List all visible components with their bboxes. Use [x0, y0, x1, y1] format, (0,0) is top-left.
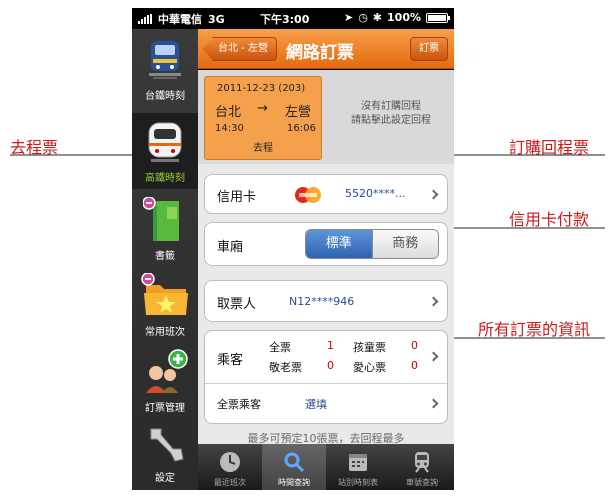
passenger-count-adult: 1 [327, 339, 334, 352]
annotation-credit-payment: 信用卡付款 [509, 210, 590, 229]
pickup-label: 取票人 [217, 297, 257, 312]
sidebar-label: 設定 [155, 473, 175, 484]
chevron-right-icon [428, 351, 439, 362]
tab-station-timetable[interactable]: 站別時刻表 [326, 444, 390, 490]
passenger-count-senior: 0 [327, 359, 334, 372]
chevron-right-icon [428, 189, 439, 200]
page-title: 網路訂票 [286, 43, 354, 63]
high-speed-rail-icon [145, 119, 185, 165]
users-add-icon [140, 349, 190, 395]
car-class-business-option[interactable]: 商務 [371, 230, 438, 258]
booking-form: 2011-12-23 (203) 台北 → 左營 14:30 16:06 去程 … [198, 70, 454, 444]
outbound-leg-label: 去程 [253, 143, 273, 154]
arrow-right-icon: → [257, 101, 268, 116]
sidebar-item-settings[interactable]: 設定 [132, 425, 198, 487]
outbound-ticket-card[interactable]: 2011-12-23 (203) 台北 → 左營 14:30 16:06 去程 [204, 76, 322, 160]
passenger-type-adult: 全票 [269, 341, 291, 354]
sidebar-label: 書籤 [155, 251, 175, 262]
all-passengers-label: 全票乘客 [217, 398, 261, 411]
passenger-count-child: 0 [411, 339, 418, 352]
car-class-standard-option[interactable]: 標準 [306, 230, 372, 258]
train-icon [145, 39, 185, 83]
status-time: 下午3:00 [260, 13, 310, 26]
bluetooth-icon: ✱ [372, 11, 383, 24]
status-bar: 中華電信 3G 下午3:00 ➤ ◷ ✱ 100% [132, 8, 454, 29]
passenger-type-senior: 敬老票 [269, 361, 302, 374]
all-passengers-value: 選填 [305, 398, 327, 411]
sidebar-label: 訂票管理 [145, 403, 185, 414]
credit-card-number: 5520****... [345, 187, 406, 200]
network-label: 3G [208, 12, 225, 26]
sidebar-label: 高鐵時刻 [145, 173, 185, 184]
screenshot-stage: 去程票 訂購回程票 信用卡付款 所有訂票的資訊 中華電信 3G 下午3:00 ➤… [0, 0, 615, 498]
car-class-label: 車廂 [217, 240, 244, 255]
route-back-button[interactable]: 台北 - 左營 [203, 37, 277, 61]
clock-icon [218, 450, 242, 474]
chevron-right-icon [428, 296, 439, 307]
search-icon [282, 450, 306, 474]
car-class-row: 車廂 標準 商務 [204, 222, 448, 266]
return-hint-line1: 沒有訂購回程 [361, 101, 421, 112]
passenger-count-row[interactable]: 乘客 全票 1 孩童票 0 敬老票 0 愛心票 0 [205, 331, 447, 383]
outbound-from: 台北 [215, 105, 242, 120]
tab-time-search[interactable]: 時間查詢 [262, 444, 326, 490]
tab-label: 最近班次 [214, 478, 246, 487]
passenger-type-disabled: 愛心票 [353, 361, 386, 374]
passenger-count-disabled: 0 [411, 359, 418, 372]
train-front-icon [410, 450, 434, 474]
calendar-icon [346, 450, 370, 474]
tab-train-number-search[interactable]: 車號查詢 [390, 444, 454, 490]
tab-bar: 最近班次 時間查詢 站別時刻表 車號查詢 [198, 444, 454, 490]
sidebar-item-tra-timetable[interactable]: 台鐵時刻 [132, 39, 198, 109]
mastercard-icon [295, 187, 321, 203]
battery-icon [426, 12, 450, 23]
annotation-outbound-ticket: 去程票 [10, 138, 59, 157]
sidebar-item-favorite-trains[interactable]: 常用班次 [132, 272, 198, 343]
trip-row: 2011-12-23 (203) 台北 → 左營 14:30 16:06 去程 … [198, 70, 454, 164]
battery-percent: 100% [387, 11, 421, 24]
annotation-return-ticket: 訂購回程票 [509, 138, 590, 157]
outbound-to: 左營 [285, 105, 312, 120]
car-class-segmented-control: 標準 商務 [305, 229, 439, 259]
wrench-icon [143, 425, 187, 465]
sidebar-label: 台鐵時刻 [145, 91, 185, 102]
signal-icon [138, 14, 152, 24]
outbound-depart-time: 14:30 [215, 123, 244, 134]
outbound-date: 2011-12-23 (203) [217, 83, 306, 94]
booking-limit-note: 最多可預定10張票，去回程最多 [247, 432, 405, 444]
tab-label: 車號查詢 [406, 478, 438, 487]
carrier-label: 中華電信 [158, 13, 202, 26]
sidebar-item-booking-management[interactable]: 訂票管理 [132, 349, 198, 419]
credit-card-row[interactable]: 信用卡 5520****... [204, 174, 448, 214]
credit-card-label: 信用卡 [217, 190, 257, 205]
sidebar: 台鐵時刻 高鐵時刻 書籤 常用班次 訂票管理 設定 [132, 29, 198, 490]
tab-label: 時間查詢 [278, 478, 310, 487]
book-button[interactable]: 訂票 [410, 37, 448, 61]
outbound-arrive-time: 16:06 [287, 123, 316, 134]
return-hint-line2: 請點擊此設定回程 [351, 115, 431, 126]
alarm-icon: ◷ [358, 11, 368, 24]
passenger-type-child: 孩童票 [353, 341, 386, 354]
ticket-pickup-row[interactable]: 取票人 N12****946 [204, 280, 448, 322]
return-ticket-placeholder[interactable]: 沒有訂購回程 請點擊此設定回程 [336, 100, 446, 128]
chevron-right-icon [428, 398, 439, 409]
passengers-label: 乘客 [217, 353, 244, 368]
nav-header: 台北 - 左營 網路訂票 訂票 [198, 29, 454, 69]
tab-label: 站別時刻表 [338, 478, 378, 487]
favorite-folder-icon [140, 272, 190, 319]
tab-recent-trains[interactable]: 最近班次 [198, 444, 262, 490]
pickup-id: N12****946 [289, 295, 355, 308]
passengers-card: 乘客 全票 1 孩童票 0 敬老票 0 愛心票 0 全票乘客 選填 [204, 330, 448, 424]
bookmark-icon [142, 196, 187, 243]
phone-screen: 中華電信 3G 下午3:00 ➤ ◷ ✱ 100% 台鐵時刻 高鐵時刻 書籤 常… [132, 8, 454, 490]
sidebar-item-hsr-timetable[interactable]: 高鐵時刻 [132, 113, 198, 189]
location-icon: ➤ [343, 11, 354, 24]
annotation-ticket-info: 所有訂票的資訊 [478, 320, 591, 339]
sidebar-label: 常用班次 [145, 327, 185, 338]
sidebar-item-bookmarks[interactable]: 書籤 [132, 196, 198, 267]
all-passengers-row[interactable]: 全票乘客 選填 [205, 384, 447, 424]
